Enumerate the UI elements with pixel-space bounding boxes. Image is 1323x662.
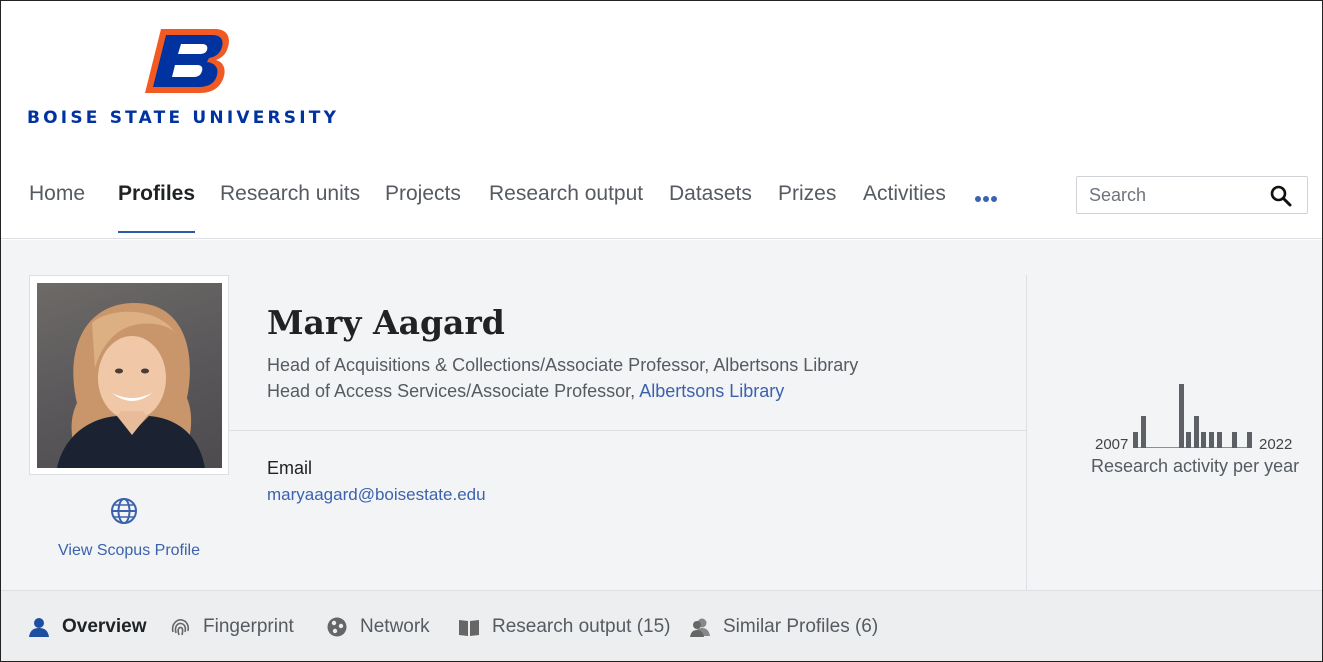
profile-photo-frame	[29, 275, 229, 475]
profile-role: Head of Access Services/Associate Profes…	[267, 381, 784, 402]
nav-item-activities[interactable]: Activities	[863, 171, 946, 233]
tab-label: Research output (15)	[492, 616, 671, 637]
person-icon	[29, 618, 49, 637]
globe-icon[interactable]	[109, 496, 139, 526]
tab-label: Similar Profiles (6)	[723, 616, 879, 637]
fingerprint-icon	[171, 619, 190, 636]
chart-bar[interactable]	[1133, 432, 1138, 448]
chart-bar[interactable]	[1140, 416, 1146, 448]
nav-item-prizes[interactable]: Prizes	[778, 171, 836, 233]
research-activity-chart[interactable]: 2007 2022	[1093, 368, 1293, 453]
chart-end-year: 2022	[1259, 436, 1293, 453]
chart-bar[interactable]	[1186, 432, 1192, 448]
portrait-image	[57, 302, 205, 468]
chart-start-year: 2007	[1095, 436, 1129, 453]
email-link[interactable]: maryaagard@boisestate.edu	[267, 485, 486, 505]
nav-item-home[interactable]: Home	[29, 171, 85, 233]
tab-fingerprint[interactable]: Fingerprint	[169, 613, 294, 641]
profile-tabs: Overview Fingerprint Network Research ou…	[1, 590, 1322, 661]
university-name: BOISE STATE UNIVERSITY	[27, 108, 340, 128]
tab-label: Network	[360, 616, 430, 637]
chart-bar[interactable]	[1201, 432, 1207, 448]
profile-name: Mary Aagard	[267, 303, 505, 342]
nav-item-research-units[interactable]: Research units	[220, 171, 360, 233]
profile-header: View Scopus Profile Mary Aagard Head of …	[1, 240, 1322, 590]
chart-bar[interactable]	[1209, 432, 1214, 448]
chart-caption: Research activity per year	[1091, 456, 1300, 476]
divider	[229, 430, 1026, 431]
vertical-divider	[1026, 275, 1027, 590]
tab-label: Overview	[62, 616, 147, 637]
profile-role: Head of Acquisitions & Collections/Assoc…	[267, 355, 858, 376]
tab-overview[interactable]: Overview	[28, 613, 147, 641]
profile-photo	[37, 283, 222, 468]
similar-profiles-icon	[690, 618, 710, 637]
tab-network[interactable]: Network	[326, 613, 430, 641]
nav-item-profiles[interactable]: Profiles	[118, 171, 196, 233]
albertsons-library-link[interactable]: Albertsons Library	[639, 381, 784, 401]
nav-item-datasets[interactable]: Datasets	[669, 171, 752, 233]
book-icon	[459, 620, 479, 636]
site-header: BOISE STATE UNIVERSITY Home Profiles Res…	[1, 1, 1322, 239]
logo-b-icon	[145, 29, 229, 93]
network-icon	[327, 617, 347, 637]
chart-bar[interactable]	[1178, 384, 1184, 448]
more-dots-icon[interactable]	[975, 189, 1001, 202]
role-title: Head of Acquisitions & Collections/Assoc…	[267, 355, 859, 375]
tab-similar-profiles[interactable]: Similar Profiles (6)	[689, 613, 878, 641]
nav-item-research-output[interactable]: Research output	[489, 171, 643, 233]
search-input[interactable]	[1077, 177, 1267, 213]
role-title: Head of Access Services/Associate Profes…	[267, 381, 640, 401]
email-label: Email	[267, 458, 313, 478]
nav-item-projects[interactable]: Projects	[385, 171, 461, 233]
tab-label: Fingerprint	[203, 616, 294, 637]
tab-research-output[interactable]: Research output (15)	[458, 613, 671, 641]
chart-bar[interactable]	[1247, 432, 1252, 448]
search-icon[interactable]	[1269, 184, 1293, 208]
chart-bar[interactable]	[1216, 432, 1222, 448]
chart-bar[interactable]	[1193, 416, 1199, 448]
search-box	[1076, 176, 1308, 214]
view-scopus-profile-link[interactable]: View Scopus Profile	[29, 542, 229, 560]
chart-bar[interactable]	[1231, 432, 1237, 448]
